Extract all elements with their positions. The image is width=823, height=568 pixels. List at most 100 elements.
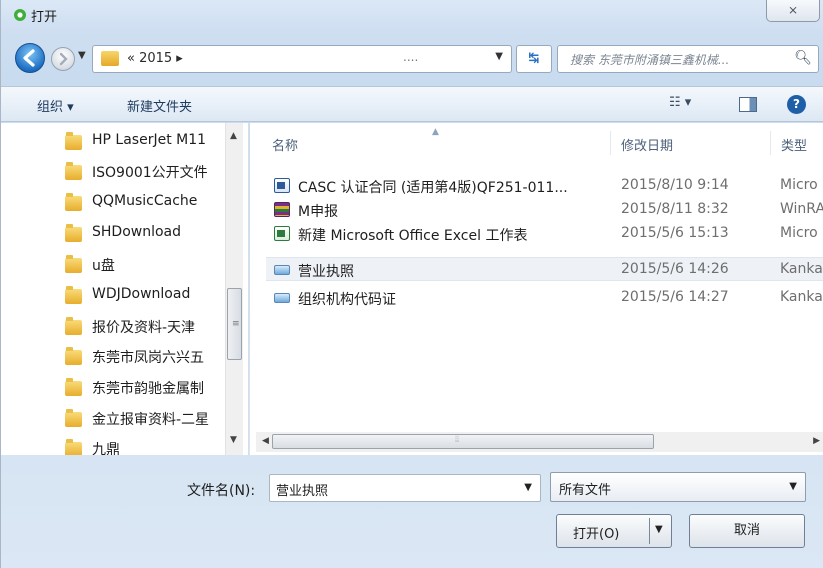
- help-icon[interactable]: ?: [787, 95, 806, 114]
- file-name: CASC 认证合同 (适用第4版)QF251-011...: [298, 180, 568, 196]
- file-type: Kanka: [780, 289, 823, 305]
- forward-button[interactable]: [51, 47, 75, 71]
- preview-pane-icon[interactable]: [739, 97, 757, 112]
- nav-folder-label: 东莞市凤岗六兴五: [92, 350, 204, 366]
- grip-icon: ≡: [232, 319, 240, 329]
- chevron-down-icon[interactable]: ▼: [789, 481, 797, 492]
- nav-vertical-scrollbar[interactable]: ▲ ≡ ▼: [225, 123, 243, 455]
- file-date: 2015/5/6 14:26: [621, 261, 729, 277]
- search-icon[interactable]: 🔍︎: [794, 50, 812, 66]
- new-folder-button[interactable]: 新建文件夹: [127, 96, 192, 115]
- nav-folder-item[interactable]: 报价及资料-天津: [65, 315, 225, 339]
- search-placeholder: 搜索 东莞市附涌镇三鑫机械...: [570, 53, 730, 67]
- column-header-name[interactable]: 名称: [272, 135, 298, 154]
- word-doc-icon: [274, 178, 290, 193]
- scroll-left-arrow-icon[interactable]: ◀: [262, 436, 269, 446]
- folder-icon: [65, 132, 82, 150]
- file-type-filter-select[interactable]: 所有文件 ▼: [550, 472, 806, 502]
- scrollbar-thumb[interactable]: ⦙⦙: [272, 434, 654, 449]
- folder-icon: [65, 162, 82, 180]
- horizontal-scrollbar[interactable]: ◀ ⦙⦙ ▶: [256, 432, 823, 452]
- address-dropdown-icon[interactable]: ▼: [495, 51, 503, 62]
- scroll-up-arrow-icon[interactable]: ▲: [230, 131, 237, 141]
- folder-icon: [101, 51, 119, 66]
- file-name: M申报: [298, 204, 339, 220]
- arrow-right-icon: [59, 52, 68, 66]
- nav-folder-item[interactable]: 东莞市凤岗六兴五: [65, 345, 225, 369]
- file-type: Kanka: [780, 261, 823, 277]
- nav-folder-label: 报价及资料-天津: [92, 320, 196, 336]
- nav-folder-item[interactable]: SHDownload: [65, 222, 225, 246]
- open-button-label: 打开(O): [573, 527, 620, 542]
- search-input[interactable]: 搜索 东莞市附涌镇三鑫机械... 🔍︎: [557, 45, 819, 73]
- sort-ascending-icon: ▲: [432, 127, 439, 137]
- nav-folder-item[interactable]: u盘: [65, 253, 225, 277]
- folder-icon: [65, 317, 82, 335]
- column-header-date[interactable]: 修改日期: [621, 135, 673, 154]
- nav-folder-item[interactable]: 金立报审资料-二星: [65, 407, 225, 431]
- file-row[interactable]: M申报 2015/8/11 8:32 WinRA: [266, 198, 823, 222]
- folder-icon: [65, 286, 82, 304]
- scrollbar-thumb[interactable]: ≡: [227, 288, 242, 360]
- nav-folder-item[interactable]: 东莞市韵驰金属制: [65, 376, 225, 400]
- file-row[interactable]: 组织机构代码证 2015/5/6 14:27 Kanka: [266, 286, 823, 310]
- filename-field[interactable]: 营业执照 ▼: [269, 474, 541, 502]
- folder-icon: [65, 224, 82, 242]
- file-date: 2015/5/6 14:27: [621, 289, 729, 305]
- address-bar[interactable]: « 2015 ▸ .... ▼: [92, 45, 512, 73]
- nav-folder-item[interactable]: WDJDownload: [65, 284, 225, 308]
- nav-folder-label: 东莞市韵驰金属制: [92, 381, 204, 397]
- file-row[interactable]: CASC 认证合同 (适用第4版)QF251-011... 2015/8/10 …: [266, 174, 823, 198]
- excel-sheet-icon: [274, 226, 290, 241]
- column-divider[interactable]: [610, 131, 611, 155]
- file-row[interactable]: 新建 Microsoft Office Excel 工作表 2015/5/6 1…: [266, 222, 823, 246]
- folder-icon: [65, 193, 82, 211]
- view-options-button[interactable]: ☷ ▾: [669, 95, 691, 110]
- nav-folder-label: QQMusicCache: [92, 193, 198, 209]
- folder-icon: [65, 255, 82, 273]
- split-divider: [649, 518, 650, 544]
- cancel-button[interactable]: 取消: [689, 514, 805, 548]
- open-file-dialog: 打开 ⨯ ▼ « 2015 ▸ .... ▼ ↹ 搜索 东莞市附涌镇三鑫机械..…: [0, 0, 823, 568]
- nav-folder-label: 九鼎: [92, 442, 120, 455]
- file-date: 2015/8/10 9:14: [621, 177, 729, 193]
- file-name: 组织机构代码证: [298, 292, 396, 308]
- nav-folder-item[interactable]: ISO9001公开文件: [65, 160, 225, 184]
- file-name: 营业执照: [298, 264, 354, 280]
- nav-folder-item[interactable]: HP LaserJet M11: [65, 130, 225, 154]
- scroll-down-arrow-icon[interactable]: ▼: [230, 435, 237, 445]
- window-title: 打开: [31, 10, 58, 25]
- open-button[interactable]: 打开(O) ▼: [556, 514, 672, 548]
- history-dropdown-icon[interactable]: ▼: [78, 50, 86, 61]
- chevron-down-icon[interactable]: ▼: [524, 482, 532, 493]
- nav-folder-item[interactable]: QQMusicCache: [65, 191, 225, 215]
- file-row-selected[interactable]: 营业执照 2015/5/6 14:26 Kanka: [266, 257, 823, 281]
- organize-menu-button[interactable]: 组织 ▾: [37, 96, 74, 115]
- address-path[interactable]: « 2015 ▸: [127, 51, 183, 66]
- filename-value[interactable]: 营业执照: [276, 480, 328, 499]
- chevron-down-icon[interactable]: ▼: [655, 524, 663, 535]
- nav-folder-item[interactable]: 九鼎: [65, 437, 225, 455]
- refresh-button[interactable]: ↹: [516, 45, 552, 73]
- file-type: Micro: [780, 225, 818, 241]
- nav-folder-label: u盘: [92, 258, 115, 274]
- nav-folder-label: HP LaserJet M11: [92, 132, 207, 148]
- address-ellipsis: ....: [403, 50, 419, 64]
- nav-folder-label: 金立报审资料-二星: [92, 412, 210, 428]
- rar-archive-icon: [274, 202, 290, 217]
- close-button[interactable]: ⨯: [766, 0, 820, 22]
- app-logo-icon: [14, 9, 26, 21]
- filename-label: 文件名(N):: [187, 483, 256, 499]
- file-type-filter-value: 所有文件: [559, 483, 612, 498]
- navigation-pane: HP LaserJet M11 ISO9001公开文件 QQMusicCache…: [1, 123, 249, 455]
- scroll-right-arrow-icon[interactable]: ▶: [813, 436, 820, 446]
- folder-icon: [65, 439, 82, 455]
- file-date: 2015/5/6 15:13: [621, 225, 729, 241]
- column-header-type[interactable]: 类型: [781, 135, 807, 154]
- file-list-pane: 名称 ▲ 修改日期 类型 CASC 认证合同 (适用第4版)QF251-011.…: [250, 123, 823, 455]
- image-file-icon: [274, 265, 290, 275]
- back-button[interactable]: [15, 43, 45, 73]
- title-bar: 打开 ⨯: [1, 0, 823, 30]
- file-type: WinRA: [780, 201, 823, 217]
- column-divider[interactable]: [770, 131, 771, 155]
